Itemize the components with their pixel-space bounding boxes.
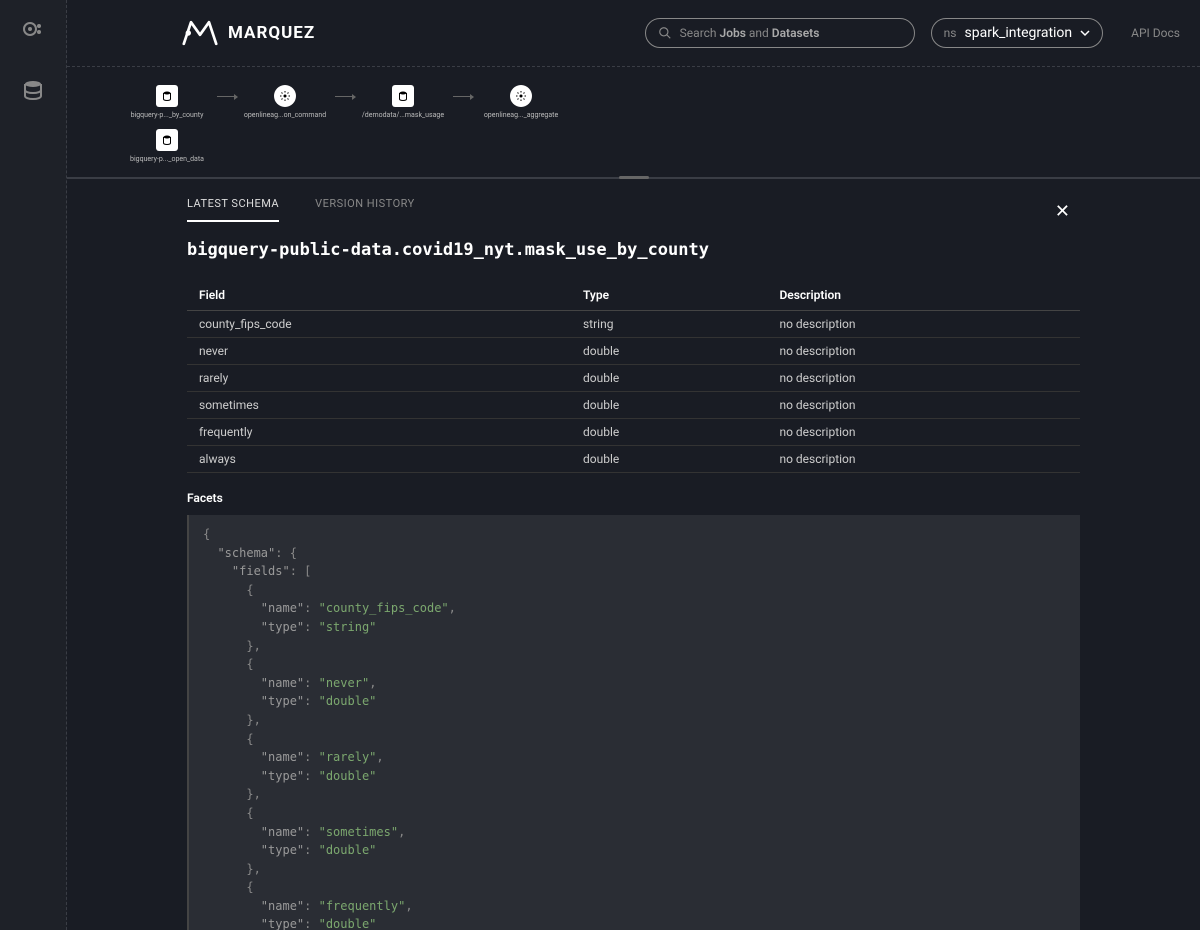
lineage-edge	[335, 96, 353, 97]
cell-field: sometimes	[187, 392, 571, 419]
table-row: frequentlydoubleno description	[187, 419, 1080, 446]
lineage-node-label: openlineag..._aggregate	[484, 111, 558, 119]
col-header-field: Field	[187, 280, 571, 311]
cell-description: no description	[767, 419, 1080, 446]
search-icon	[658, 26, 672, 40]
close-icon[interactable]: ✕	[1055, 201, 1070, 222]
lineage-node-label: openlineag...on_command	[244, 111, 326, 119]
col-header-type: Type	[571, 280, 767, 311]
table-row: sometimesdoubleno description	[187, 392, 1080, 419]
lineage-node[interactable]: openlineag..._aggregate	[481, 85, 561, 119]
marquez-logo-icon	[182, 15, 218, 51]
namespace-prefix: ns	[944, 26, 957, 40]
dataset-icon	[156, 129, 178, 151]
col-header-description: Description	[767, 280, 1080, 311]
dataset-icon	[392, 85, 414, 107]
schema-table: Field Type Description county_fips_codes…	[187, 280, 1080, 473]
lineage-node[interactable]: bigquery-p..._by_county	[127, 85, 207, 119]
api-docs-link[interactable]: API Docs	[1131, 26, 1180, 40]
job-icon	[510, 85, 532, 107]
cell-type: double	[571, 365, 767, 392]
cell-description: no description	[767, 446, 1080, 473]
table-row: rarelydoubleno description	[187, 365, 1080, 392]
lineage-edge	[217, 96, 235, 97]
sidebar	[0, 0, 67, 930]
tabs: LATEST SCHEMA VERSION HISTORY	[187, 197, 1080, 222]
cell-description: no description	[767, 392, 1080, 419]
cell-type: double	[571, 419, 767, 446]
cell-type: double	[571, 446, 767, 473]
cell-type: double	[571, 392, 767, 419]
cell-field: never	[187, 338, 571, 365]
cell-description: no description	[767, 365, 1080, 392]
cell-type: string	[571, 311, 767, 338]
main-area: MARQUEZ Search Jobs and Datasets ns spar…	[67, 0, 1200, 930]
datasets-icon[interactable]	[21, 79, 45, 103]
cell-field: always	[187, 446, 571, 473]
lineage-node[interactable]: openlineag...on_command	[245, 85, 325, 119]
lineage-row-2: bigquery-p..._open_data	[127, 129, 207, 163]
namespace-selector[interactable]: ns spark_integration	[931, 18, 1103, 48]
detail-panel: ✕ LATEST SCHEMA VERSION HISTORY bigquery…	[67, 179, 1200, 930]
tab-version-history[interactable]: VERSION HISTORY	[315, 197, 415, 222]
brand-text: MARQUEZ	[228, 23, 315, 43]
lineage-graph[interactable]: bigquery-p..._by_county openlineag...on_c…	[67, 67, 1200, 179]
cell-field: frequently	[187, 419, 571, 446]
chevron-down-icon	[1080, 28, 1090, 38]
facets-json-viewer[interactable]: { "schema": { "fields": [ { "name": "cou…	[187, 515, 1080, 930]
brand: MARQUEZ	[182, 15, 629, 51]
facets-label: Facets	[187, 491, 1080, 505]
tab-latest-schema[interactable]: LATEST SCHEMA	[187, 197, 279, 222]
cell-type: double	[571, 338, 767, 365]
cell-description: no description	[767, 311, 1080, 338]
jobs-icon[interactable]	[21, 20, 45, 44]
table-row: county_fips_codestringno description	[187, 311, 1080, 338]
dataset-title: bigquery-public-data.covid19_nyt.mask_us…	[187, 240, 1080, 260]
table-row: neverdoubleno description	[187, 338, 1080, 365]
topbar: MARQUEZ Search Jobs and Datasets ns spar…	[67, 0, 1200, 67]
lineage-node-label: bigquery-p..._by_county	[131, 111, 204, 119]
search-box[interactable]: Search Jobs and Datasets	[645, 18, 915, 48]
search-placeholder: Search Jobs and Datasets	[680, 26, 820, 40]
namespace-value: spark_integration	[965, 25, 1073, 41]
table-row: alwaysdoubleno description	[187, 446, 1080, 473]
lineage-node[interactable]: /demodata/...mask_usage	[363, 85, 443, 119]
cell-description: no description	[767, 338, 1080, 365]
cell-field: county_fips_code	[187, 311, 571, 338]
lineage-row-1: bigquery-p..._by_county openlineag...on_c…	[127, 85, 1200, 119]
lineage-edge	[453, 96, 471, 97]
lineage-node-label: /demodata/...mask_usage	[362, 111, 444, 119]
cell-field: rarely	[187, 365, 571, 392]
lineage-node[interactable]: bigquery-p..._open_data	[127, 129, 207, 163]
job-icon	[274, 85, 296, 107]
dataset-icon	[156, 85, 178, 107]
